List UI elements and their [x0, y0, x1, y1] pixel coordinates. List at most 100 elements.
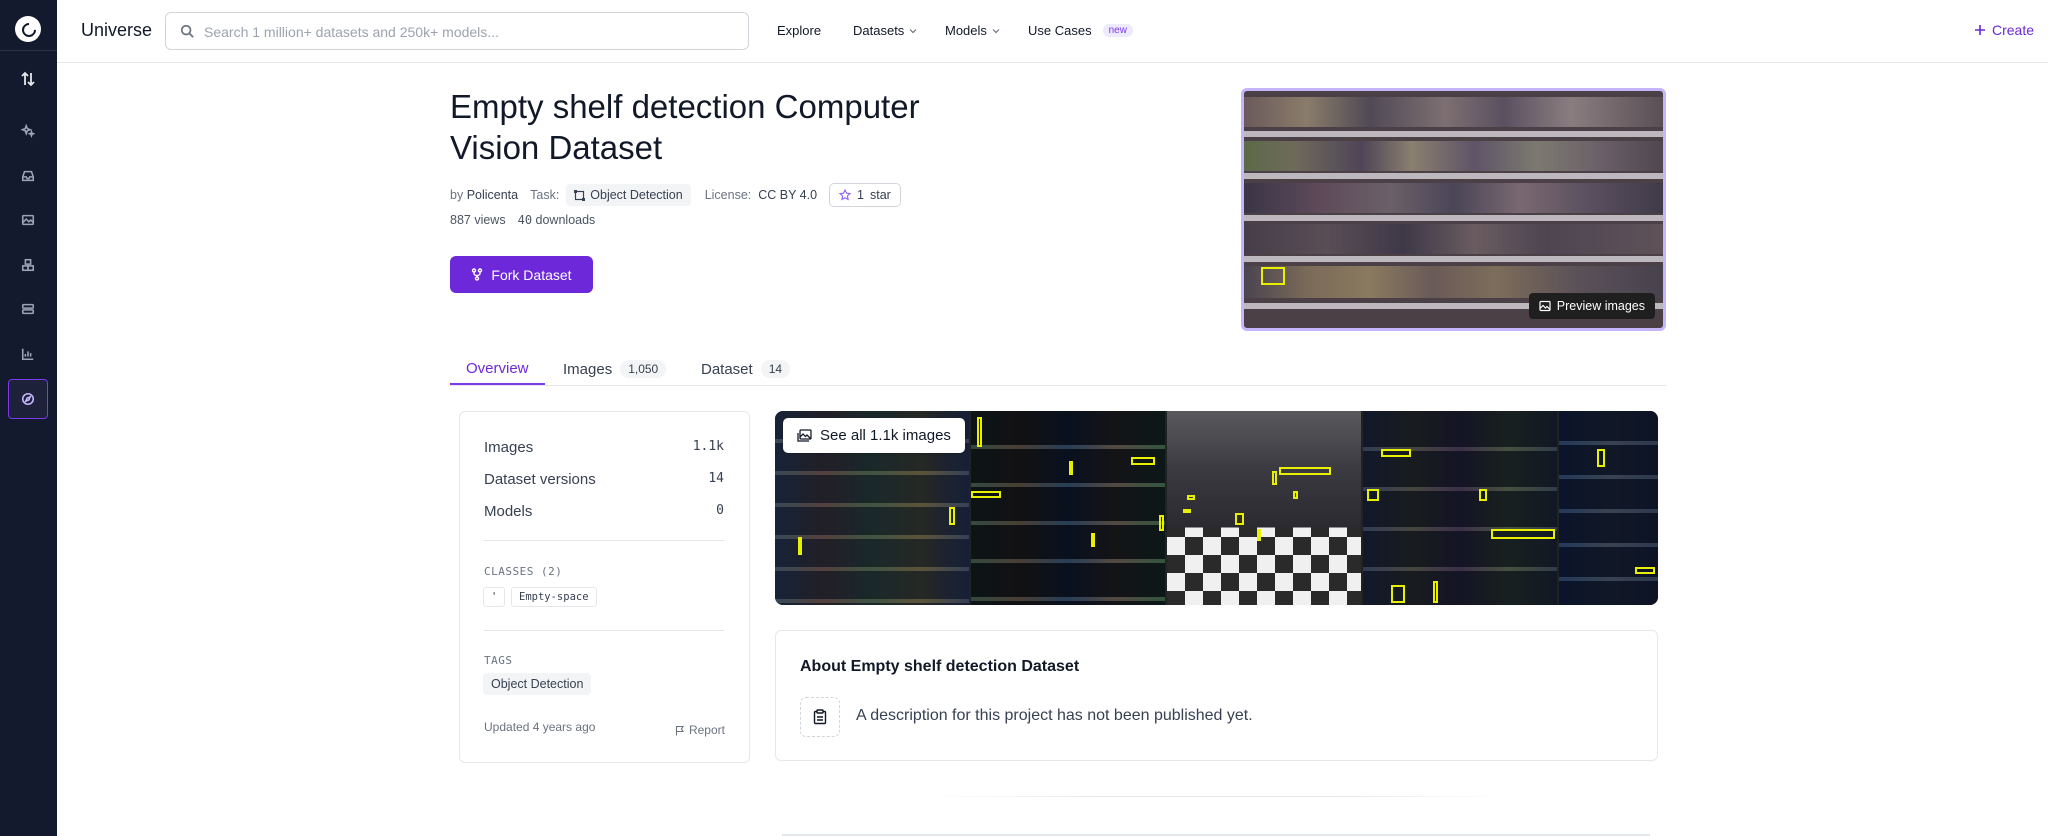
bounding-box [1279, 467, 1331, 475]
universe-compass-icon[interactable] [8, 379, 48, 419]
left-rail [0, 0, 57, 836]
info-label: Images [484, 439, 534, 456]
chevron-down-icon [909, 28, 917, 33]
bounding-box [1479, 489, 1487, 501]
dataset-meta: by Policenta Task: Object Detection Lice… [450, 183, 901, 207]
info-value: 14 [708, 471, 724, 486]
search-box[interactable] [165, 12, 749, 50]
star-button[interactable]: 1 star [829, 183, 901, 207]
nav-explore[interactable]: Explore [777, 23, 821, 38]
rail-divider [0, 50, 57, 51]
report-label: Report [688, 723, 725, 737]
server-icon[interactable] [17, 298, 39, 320]
task-chip[interactable]: Object Detection [566, 184, 691, 206]
class-chip[interactable]: Empty-space [511, 587, 597, 607]
report-link[interactable]: Report [675, 723, 725, 737]
create-button[interactable]: Create [1974, 22, 2034, 38]
info-value: 1.1k [692, 439, 724, 454]
nav-models-label: Models [945, 23, 987, 38]
see-all-label: See all 1.1k images [820, 427, 951, 444]
task-label: Task: [530, 188, 560, 202]
nav-datasets-label: Datasets [853, 23, 905, 38]
by-label: by [450, 188, 464, 202]
info-label: Models [484, 503, 533, 520]
bounding-box [1381, 449, 1411, 457]
top-header: Universe Explore Datasets Models Use Cas… [57, 0, 2048, 63]
bounding-box [1091, 533, 1095, 547]
sparkles-icon[interactable] [17, 120, 39, 142]
bounding-box [1069, 461, 1073, 475]
nav-datasets[interactable]: Datasets [853, 23, 917, 38]
downloads-label: downloads [535, 213, 596, 227]
image-icon [1539, 300, 1551, 312]
bounding-box [1491, 529, 1555, 539]
author-link[interactable]: Policenta [467, 188, 518, 202]
gallery-image[interactable] [1167, 411, 1361, 605]
logo-icon[interactable] [15, 16, 41, 42]
divider [484, 630, 724, 631]
plus-icon [1974, 25, 1985, 35]
gallery-image[interactable] [1559, 411, 1658, 605]
preview-images-label: Preview images [1556, 299, 1645, 313]
search-icon [180, 24, 194, 38]
chevron-down-icon [992, 28, 1000, 33]
clipboard-icon [800, 697, 840, 737]
star-count: 1 [857, 188, 864, 202]
nav-models[interactable]: Models [945, 23, 1000, 38]
create-label: Create [1991, 22, 2034, 38]
see-all-images-button[interactable]: See all 1.1k images [783, 418, 965, 453]
about-description: A description for this project has not b… [856, 707, 1253, 724]
about-card: About Empty shelf detection Dataset A de… [775, 630, 1658, 761]
class-chip[interactable]: ' [483, 587, 506, 607]
tab-dataset-count: 14 [760, 360, 791, 378]
tags-label: TAGS [484, 654, 513, 667]
new-badge: new [1102, 24, 1133, 37]
image-gallery: See all 1.1k images [775, 411, 1658, 605]
license-label: License: [704, 188, 752, 202]
bounding-box [1597, 449, 1605, 467]
fork-icon [472, 268, 483, 281]
gallery-image[interactable] [1363, 411, 1557, 605]
boxes-icon[interactable] [17, 254, 39, 276]
bounding-box [1183, 509, 1191, 513]
flag-icon [675, 725, 684, 735]
tab-dataset[interactable]: Dataset 14 [701, 353, 791, 385]
license-value: CC BY 4.0 [758, 188, 818, 202]
tag-chip[interactable]: Object Detection [483, 673, 592, 695]
bounding-box-icon [574, 189, 586, 201]
about-title: About Empty shelf detection Dataset [800, 658, 1080, 675]
gallery-image[interactable] [971, 411, 1165, 605]
page-title: Empty shelf detection Computer Vision Da… [450, 88, 920, 166]
preview-images-button[interactable]: Preview images [1528, 293, 1655, 319]
star-label: star [869, 188, 891, 202]
nav-use-cases-label: Use Cases [1028, 23, 1092, 38]
bounding-box [1257, 529, 1261, 541]
nav-use-cases[interactable]: Use Cases new [1028, 23, 1133, 38]
info-row-images: Images 1.1k [484, 439, 724, 456]
search-input[interactable] [204, 21, 734, 43]
brand-title[interactable]: Universe [81, 20, 152, 41]
analytics-chart-icon[interactable] [17, 343, 39, 365]
bounding-box [1433, 581, 1438, 603]
bounding-box [1293, 491, 1298, 499]
updated-text: Updated 4 years ago [484, 720, 596, 734]
bounding-box [1235, 513, 1244, 525]
image-icon[interactable] [17, 209, 39, 231]
tab-overview[interactable]: Overview [450, 353, 545, 385]
dataset-stats: 887 views 40 downloads [450, 213, 595, 227]
bounding-box [1635, 567, 1655, 574]
bounding-box [977, 417, 982, 447]
inbox-icon[interactable] [17, 165, 39, 187]
dataset-preview-image[interactable]: Preview images [1241, 88, 1666, 331]
divider [484, 540, 724, 541]
tab-images[interactable]: Images 1,050 [563, 353, 667, 385]
images-stack-icon [797, 429, 812, 442]
star-icon [839, 189, 852, 201]
info-row-versions[interactable]: Dataset versions 14 [484, 471, 724, 488]
info-value: 0 [716, 503, 724, 518]
sort-arrows-icon[interactable] [17, 68, 39, 90]
bounding-box [1159, 515, 1164, 531]
fork-dataset-button[interactable]: Fork Dataset [450, 256, 593, 293]
info-row-models[interactable]: Models 0 [484, 503, 724, 520]
bounding-box [1391, 585, 1405, 603]
